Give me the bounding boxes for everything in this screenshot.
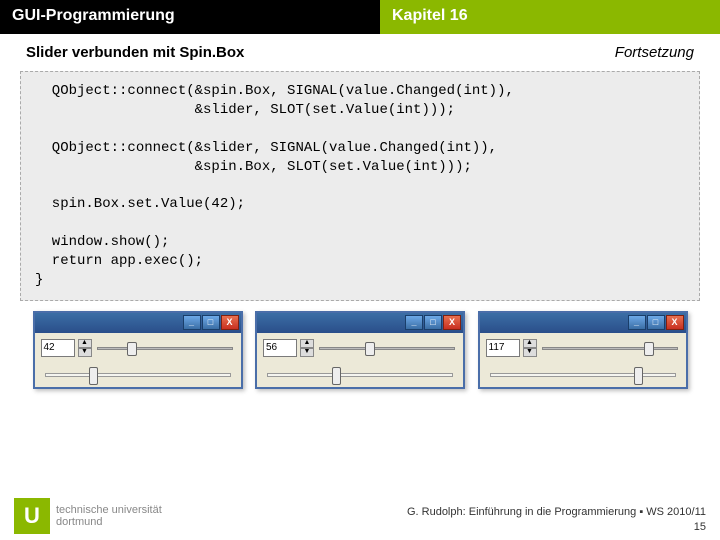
footer-credit: G. Rudolph: Einführung in die Programmie… [407, 505, 706, 534]
spin-buttons: ▲ ▼ [523, 339, 537, 357]
titlebar: _ □ X [35, 313, 241, 333]
demo-window-3: _ □ X 117 ▲ ▼ [478, 311, 688, 389]
spin-down-button[interactable]: ▼ [78, 348, 92, 357]
header-title-right: Kapitel 16 [380, 0, 720, 34]
maximize-button[interactable]: □ [647, 315, 665, 330]
widget-body: 56 ▲ ▼ [257, 333, 463, 363]
slider-track [45, 373, 231, 377]
widget-row: _ □ X 42 ▲ ▼ _ □ X [0, 311, 720, 389]
spin-buttons: ▲ ▼ [300, 339, 314, 357]
university-name-line1: technische universität [56, 504, 162, 516]
spin-up-button[interactable]: ▲ [523, 339, 537, 348]
titlebar: _ □ X [257, 313, 463, 333]
credit-text: G. Rudolph: Einführung in die Programmie… [407, 505, 706, 519]
slider-thumb[interactable] [332, 367, 341, 385]
slider-track [97, 347, 233, 350]
header-title-left: GUI-Programmierung [0, 0, 380, 34]
header-bar: GUI-Programmierung Kapitel 16 [0, 0, 720, 34]
logo-icon: U [14, 498, 50, 534]
horizontal-slider[interactable] [317, 339, 457, 357]
slider-thumb[interactable] [89, 367, 98, 385]
spinbox-input[interactable]: 56 [263, 339, 297, 357]
spin-down-button[interactable]: ▼ [523, 348, 537, 357]
footer: U technische universität dortmund G. Rud… [0, 498, 720, 534]
spinbox-input[interactable]: 42 [41, 339, 75, 357]
bottom-slider[interactable] [257, 363, 463, 387]
spin-buttons: ▲ ▼ [78, 339, 92, 357]
spinbox-input[interactable]: 117 [486, 339, 520, 357]
demo-window-1: _ □ X 42 ▲ ▼ [33, 311, 243, 389]
bottom-slider[interactable] [35, 363, 241, 387]
widget-body: 42 ▲ ▼ [35, 333, 241, 363]
minimize-button[interactable]: _ [405, 315, 423, 330]
horizontal-slider[interactable] [95, 339, 235, 357]
titlebar: _ □ X [480, 313, 686, 333]
page-number: 15 [407, 520, 706, 534]
university-logo: U technische universität dortmund [14, 498, 162, 534]
slide-title: Slider verbunden mit Spin.Box [26, 44, 244, 61]
close-button[interactable]: X [666, 315, 684, 330]
university-name-line2: dortmund [56, 516, 162, 528]
bottom-slider[interactable] [480, 363, 686, 387]
slide-continuation: Fortsetzung [615, 44, 694, 61]
spin-up-button[interactable]: ▲ [300, 339, 314, 348]
slider-track [267, 373, 453, 377]
slider-thumb[interactable] [365, 342, 375, 356]
slider-track [319, 347, 455, 350]
widget-body: 117 ▲ ▼ [480, 333, 686, 363]
slider-thumb[interactable] [634, 367, 643, 385]
horizontal-slider[interactable] [540, 339, 680, 357]
close-button[interactable]: X [221, 315, 239, 330]
subheader: Slider verbunden mit Spin.Box Fortsetzun… [0, 34, 720, 67]
slider-track [490, 373, 676, 377]
close-button[interactable]: X [443, 315, 461, 330]
minimize-button[interactable]: _ [183, 315, 201, 330]
slider-thumb[interactable] [644, 342, 654, 356]
slider-thumb[interactable] [127, 342, 137, 356]
maximize-button[interactable]: □ [424, 315, 442, 330]
spin-down-button[interactable]: ▼ [300, 348, 314, 357]
demo-window-2: _ □ X 56 ▲ ▼ [255, 311, 465, 389]
spin-up-button[interactable]: ▲ [78, 339, 92, 348]
slider-track [542, 347, 678, 350]
minimize-button[interactable]: _ [628, 315, 646, 330]
maximize-button[interactable]: □ [202, 315, 220, 330]
code-block: QObject::connect(&spin.Box, SIGNAL(value… [20, 71, 700, 301]
